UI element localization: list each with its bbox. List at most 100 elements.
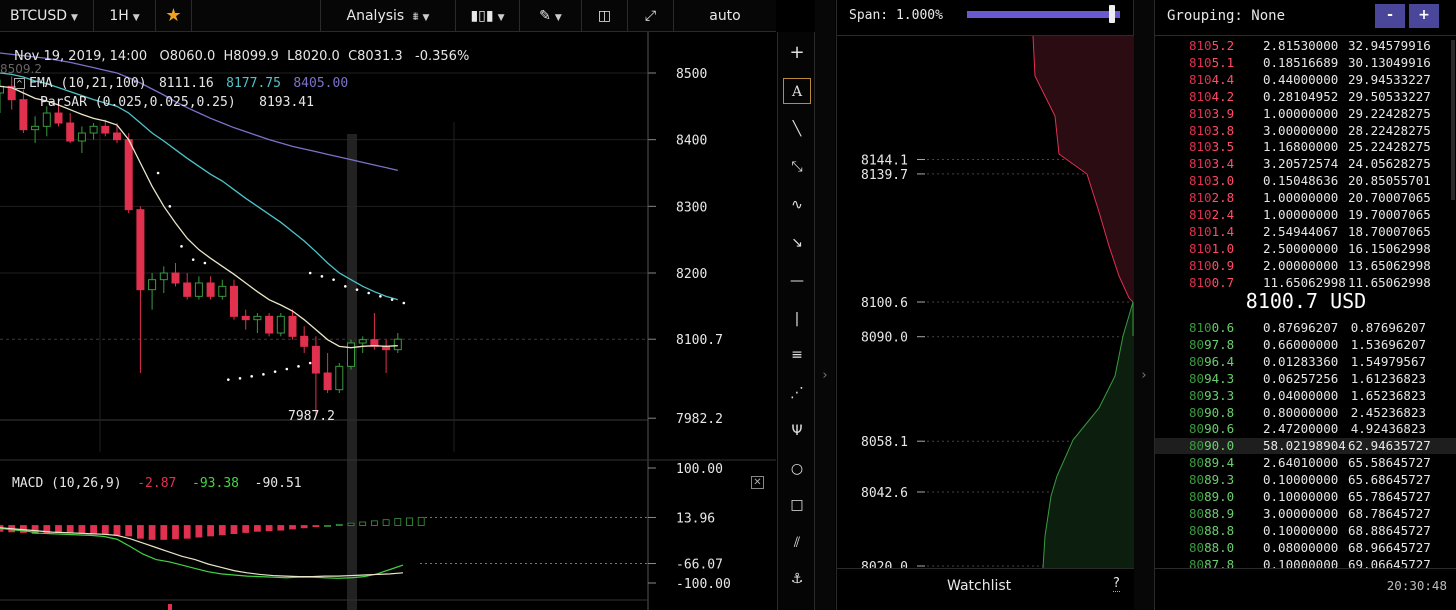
bid-row[interactable]: 8094.3 0.06257256 1.61236823 bbox=[1155, 371, 1456, 387]
trend-line-icon[interactable]: ╲ bbox=[783, 116, 811, 142]
collapse-book-button[interactable]: › bbox=[1134, 0, 1154, 610]
pitchfork-icon[interactable]: Ψ bbox=[783, 418, 811, 444]
macd-histogram-bar bbox=[347, 522, 355, 526]
drawing-toolbar: + A ╲ ⤡ ∿ ↘ — | ≡ ⋰ Ψ ○ □ ⫽ ⚓ bbox=[777, 32, 815, 610]
ask-price: 8102.4 bbox=[1189, 207, 1259, 223]
rectangle-icon[interactable]: □ bbox=[783, 492, 811, 518]
text-tool-icon[interactable]: A bbox=[783, 78, 811, 104]
candle-body bbox=[19, 99, 28, 131]
ask-row[interactable]: 8103.9 1.00000000 29.22428275 bbox=[1155, 106, 1456, 122]
vertical-line-icon[interactable]: | bbox=[783, 306, 811, 332]
parsar-dot bbox=[332, 278, 335, 281]
bid-row[interactable]: 8089.4 2.64010000 65.58645727 bbox=[1155, 455, 1456, 471]
scale-mode-button[interactable]: auto bbox=[674, 0, 776, 32]
ask-row[interactable]: 8103.5 1.16800000 25.22428275 bbox=[1155, 139, 1456, 155]
macd-histogram-bar bbox=[55, 525, 62, 533]
depth-chart[interactable]: 8144.18139.7 8100.6 8090.0 8058.1 8042.6 8020… bbox=[837, 36, 1135, 568]
price-suffix: 5.1 bbox=[1211, 54, 1235, 70]
ask-row[interactable]: 8100.9 2.00000000 13.65062998 bbox=[1155, 258, 1456, 274]
collapse-depth-button[interactable]: › bbox=[815, 0, 835, 610]
ask-row[interactable]: 8103.4 3.20572574 24.05628275 bbox=[1155, 156, 1456, 172]
crosshair-icon[interactable]: + bbox=[783, 40, 811, 66]
macd-histogram-bar bbox=[172, 525, 179, 540]
price-suffix: 3.8 bbox=[1211, 122, 1235, 138]
price-chart[interactable]: 8500 8400 8300 8200 8100.7 7982.2 7987.2 100.00… bbox=[0, 32, 776, 610]
chart-type-selector[interactable]: ▮▯▮ ▼ bbox=[456, 0, 520, 32]
ema-collapse-icon[interactable]: ^ bbox=[14, 78, 25, 89]
candle-body bbox=[113, 132, 121, 141]
ask-size: 0.18516689 bbox=[1263, 54, 1339, 70]
macd-histogram-bar bbox=[406, 517, 413, 526]
ray-icon[interactable]: ⤡ bbox=[783, 154, 811, 180]
ask-row[interactable]: 8104.4 0.44000000 29.94533227 bbox=[1155, 72, 1456, 88]
favorite-star-icon[interactable]: ★ bbox=[156, 0, 192, 32]
macd-histogram-bar bbox=[277, 525, 285, 531]
price-axis-label: 8300 bbox=[676, 200, 707, 215]
span-slider-thumb[interactable] bbox=[1109, 5, 1116, 23]
bid-row[interactable]: 8090.0 58.02198904 62.94635727 bbox=[1155, 438, 1456, 455]
horizontal-line-icon[interactable]: — bbox=[783, 268, 811, 294]
ask-row[interactable]: 8101.4 2.54944067 18.70007065 bbox=[1155, 224, 1456, 240]
close-macd-icon[interactable]: ✕ bbox=[751, 476, 764, 489]
fib-fan-icon[interactable]: ⋰ bbox=[783, 380, 811, 406]
arrow-icon[interactable]: ↘ bbox=[783, 230, 811, 256]
ask-size: 3.00000000 bbox=[1263, 122, 1339, 138]
chart-canvas[interactable]: 8500 8400 8300 8200 8100.7 7982.2 7987.2 100.00… bbox=[0, 32, 776, 610]
bid-row[interactable]: 8090.8 0.80000000 2.45236823 bbox=[1155, 405, 1456, 421]
bid-row[interactable]: 8088.8 0.10000000 68.88645727 bbox=[1155, 523, 1456, 539]
ask-price: 8101.4 bbox=[1189, 224, 1259, 240]
span-slider-track[interactable] bbox=[967, 11, 1120, 18]
parallel-lines-icon[interactable]: ≡ bbox=[783, 342, 811, 368]
chevron-down-icon: ▼ bbox=[71, 13, 78, 23]
grouping-minus-button[interactable]: - bbox=[1375, 4, 1405, 28]
bid-size: 0.10000000 bbox=[1263, 489, 1339, 504]
ask-price: 8103.9 bbox=[1189, 106, 1259, 122]
watchlist-label[interactable]: Watchlist bbox=[947, 578, 1011, 594]
macd-value-2: -93.38 bbox=[192, 476, 239, 491]
bid-row[interactable]: 8100.6 0.87696207 0.87696207 bbox=[1155, 320, 1456, 336]
ask-row[interactable]: 8102.4 1.00000000 19.70007065 bbox=[1155, 207, 1456, 223]
depth-axis-label: 8144.1 bbox=[861, 154, 908, 169]
ask-row[interactable]: 8102.8 1.00000000 20.70007065 bbox=[1155, 190, 1456, 206]
bid-row[interactable]: 8088.0 0.08000000 68.96645727 bbox=[1155, 540, 1456, 556]
help-icon[interactable]: ? bbox=[1113, 576, 1120, 592]
bid-total: 4.92436823 bbox=[1350, 421, 1426, 437]
fullscreen-icon[interactable]: ⤢ bbox=[628, 0, 674, 32]
candle-body bbox=[335, 365, 344, 391]
ema-slow-line bbox=[0, 52, 398, 171]
symbol-selector[interactable]: BTCUSD ▼ bbox=[0, 0, 94, 32]
anchor-icon[interactable]: ⚓ bbox=[783, 566, 811, 592]
bid-row[interactable]: 8096.4 0.01283360 1.54979567 bbox=[1155, 354, 1456, 370]
draw-tool-selector[interactable]: ✎ ▼ bbox=[520, 0, 582, 32]
channel-icon[interactable]: ⫽ bbox=[783, 530, 811, 556]
candle-body bbox=[124, 139, 133, 211]
bid-row[interactable]: 8089.0 0.10000000 65.78645727 bbox=[1155, 489, 1456, 505]
ask-row[interactable]: 8105.1 0.18516689 30.13049916 bbox=[1155, 55, 1456, 71]
grouping-label[interactable]: Grouping: None bbox=[1167, 8, 1285, 24]
bid-row[interactable]: 8097.8 0.66000000 1.53696207 bbox=[1155, 337, 1456, 353]
ema-fast-value: 8111.16 bbox=[158, 76, 214, 91]
candle-body bbox=[101, 125, 110, 134]
bid-row[interactable]: 8090.6 2.47200000 4.92436823 bbox=[1155, 421, 1456, 437]
price-prefix: 80 bbox=[1189, 505, 1205, 521]
analysis-menu[interactable]: Analysis ⩩ ▼ bbox=[320, 0, 456, 32]
legend-change: -0.356% bbox=[415, 49, 470, 64]
bid-row[interactable]: 8088.9 3.00000000 68.78645727 bbox=[1155, 506, 1456, 522]
grouping-plus-button[interactable]: + bbox=[1409, 4, 1439, 28]
bid-row[interactable]: 8089.3 0.10000000 65.68645727 bbox=[1155, 472, 1456, 488]
interval-selector[interactable]: 1H ▼ bbox=[94, 0, 156, 32]
ellipse-icon[interactable]: ○ bbox=[783, 456, 811, 482]
ask-row[interactable]: 8104.2 0.28104952 29.50533227 bbox=[1155, 89, 1456, 105]
bid-row[interactable]: 8093.3 0.04000000 1.65236823 bbox=[1155, 388, 1456, 404]
watchlist-bar[interactable]: Watchlist ? bbox=[837, 568, 1135, 610]
ask-row[interactable]: 8101.0 2.50000000 16.15062998 bbox=[1155, 241, 1456, 257]
ask-row[interactable]: 8103.0 0.15048636 20.85055701 bbox=[1155, 173, 1456, 189]
ask-total: 32.94579916 bbox=[1348, 38, 1431, 53]
chevron-right-icon: › bbox=[1141, 368, 1147, 383]
ask-row[interactable]: 8103.8 3.00000000 28.22428275 bbox=[1155, 123, 1456, 139]
ask-row[interactable]: 8105.2 2.81530000 32.94579916 bbox=[1155, 38, 1456, 54]
parsar-dot bbox=[180, 245, 183, 248]
path-icon[interactable]: ∿ bbox=[783, 192, 811, 218]
clipped-price-label: 8509.2 bbox=[0, 62, 42, 76]
screenshot-icon[interactable]: ◫ bbox=[582, 0, 628, 32]
